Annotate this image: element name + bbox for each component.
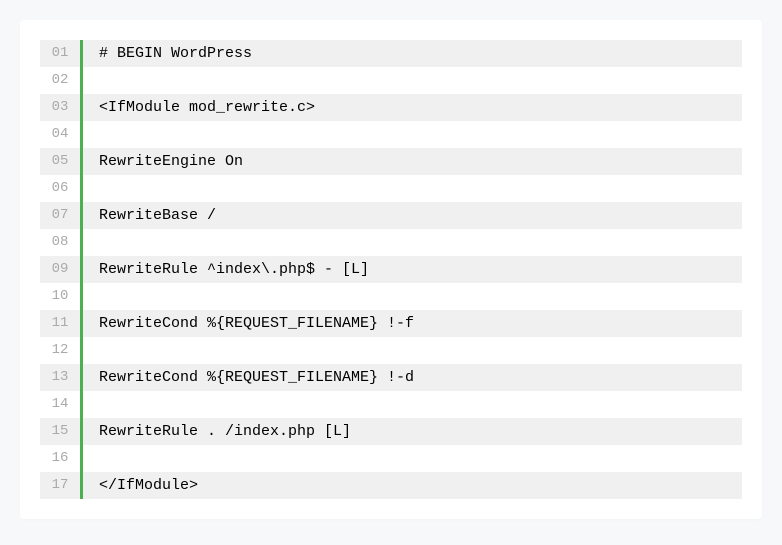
code-line: 03 <IfModule mod_rewrite.c>	[40, 94, 742, 121]
code-line: 09 RewriteRule ^index\.php$ - [L]	[40, 256, 742, 283]
line-content	[83, 67, 742, 94]
line-number: 04	[40, 121, 80, 148]
code-line: 05 RewriteEngine On	[40, 148, 742, 175]
line-number: 01	[40, 40, 80, 67]
line-content	[83, 229, 742, 256]
line-number: 11	[40, 310, 80, 337]
line-content: RewriteCond %{REQUEST_FILENAME} !-f	[83, 310, 742, 337]
code-line: 12	[40, 337, 742, 364]
line-number: 16	[40, 445, 80, 472]
code-line: 10	[40, 283, 742, 310]
line-content	[83, 283, 742, 310]
line-content: RewriteCond %{REQUEST_FILENAME} !-d	[83, 364, 742, 391]
line-content: RewriteRule . /index.php [L]	[83, 418, 742, 445]
line-content	[83, 175, 742, 202]
line-content	[83, 121, 742, 148]
code-line: 01 # BEGIN WordPress	[40, 40, 742, 67]
code-line: 07 RewriteBase /	[40, 202, 742, 229]
line-number: 10	[40, 283, 80, 310]
code-line: 14	[40, 391, 742, 418]
line-content: RewriteBase /	[83, 202, 742, 229]
line-number: 13	[40, 364, 80, 391]
code-line: 16	[40, 445, 742, 472]
code-line: 11 RewriteCond %{REQUEST_FILENAME} !-f	[40, 310, 742, 337]
line-content: </IfModule>	[83, 472, 742, 499]
line-number: 05	[40, 148, 80, 175]
line-number: 12	[40, 337, 80, 364]
code-line: 17 </IfModule>	[40, 472, 742, 499]
line-content: <IfModule mod_rewrite.c>	[83, 94, 742, 121]
line-content: RewriteEngine On	[83, 148, 742, 175]
line-number: 14	[40, 391, 80, 418]
line-number: 07	[40, 202, 80, 229]
line-number: 15	[40, 418, 80, 445]
code-line: 13 RewriteCond %{REQUEST_FILENAME} !-d	[40, 364, 742, 391]
line-content	[83, 445, 742, 472]
line-number: 08	[40, 229, 80, 256]
line-content: RewriteRule ^index\.php$ - [L]	[83, 256, 742, 283]
code-line: 04	[40, 121, 742, 148]
line-number: 17	[40, 472, 80, 499]
line-number: 03	[40, 94, 80, 121]
line-content	[83, 391, 742, 418]
line-content	[83, 337, 742, 364]
code-line: 08	[40, 229, 742, 256]
code-line: 02	[40, 67, 742, 94]
code-block: 01 # BEGIN WordPress 02 03 <IfModule mod…	[20, 20, 762, 519]
code-line: 06	[40, 175, 742, 202]
line-number: 02	[40, 67, 80, 94]
code-line: 15 RewriteRule . /index.php [L]	[40, 418, 742, 445]
line-number: 09	[40, 256, 80, 283]
line-number: 06	[40, 175, 80, 202]
line-content: # BEGIN WordPress	[83, 40, 742, 67]
